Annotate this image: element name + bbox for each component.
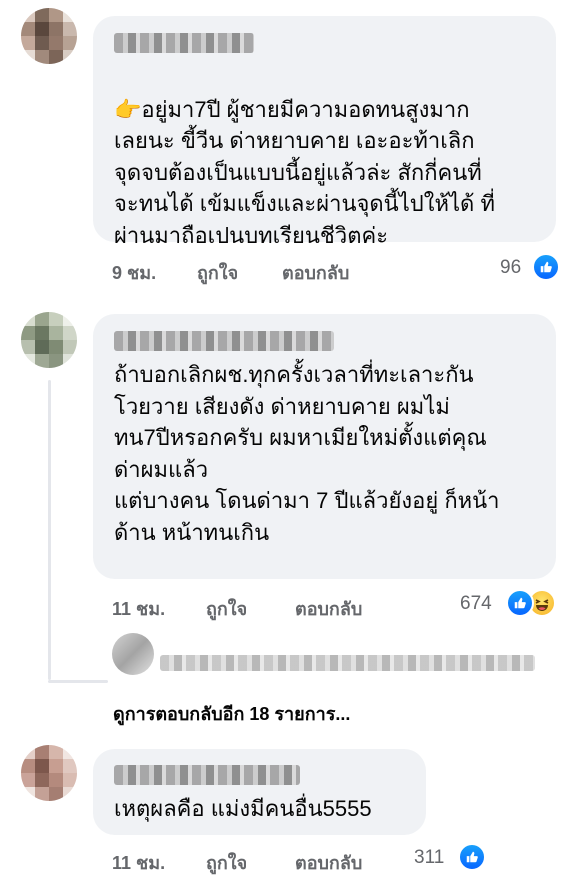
reaction-count[interactable]: 311 (414, 847, 444, 869)
like-reaction-icon (506, 589, 534, 617)
thread-line (48, 380, 51, 680)
commenter-name[interactable] (114, 331, 334, 351)
reply-preview-text (160, 655, 535, 671)
reaction-count[interactable]: 674 (460, 593, 492, 615)
pointing-hand-icon: 👉 (114, 96, 142, 122)
reply-button[interactable]: ตอบกลับ (295, 594, 362, 623)
avatar[interactable] (21, 745, 77, 801)
reaction-count[interactable]: 96 (500, 257, 521, 279)
reply-button[interactable]: ตอบกลับ (282, 258, 349, 287)
like-reaction-icon (458, 843, 486, 871)
reply-preview-avatar[interactable] (112, 633, 154, 675)
like-button[interactable]: ถูกใจ (206, 594, 247, 623)
like-reaction-icon (532, 253, 560, 281)
like-button[interactable]: ถูกใจ (206, 848, 247, 877)
comment-time[interactable]: 9 ชม. (112, 258, 156, 287)
commenter-name[interactable] (114, 765, 300, 785)
commenter-name[interactable] (114, 33, 254, 53)
avatar[interactable] (21, 8, 77, 64)
comment-text: เหตุผลคือ แม่งมีคนอื่น5555 (114, 796, 372, 821)
comment-time[interactable]: 11 ชม. (112, 594, 165, 623)
comment-text: ถ้าบอกเลิกผช.ทุกครั้งเวลาที่ทะเลาะกัน โว… (114, 362, 500, 545)
view-more-replies-link[interactable]: ดูการตอบกลับอีก 18 รายการ... (113, 699, 350, 728)
thread-line (48, 680, 108, 683)
comment-text: 👉อยู่มา7ปี ผู้ชายมีความอดทนสูงมาก เลยนะ … (114, 96, 495, 248)
avatar[interactable] (21, 312, 77, 368)
comment-time[interactable]: 11 ชม. (112, 848, 165, 877)
like-button[interactable]: ถูกใจ (197, 258, 238, 287)
reply-button[interactable]: ตอบกลับ (295, 848, 362, 877)
